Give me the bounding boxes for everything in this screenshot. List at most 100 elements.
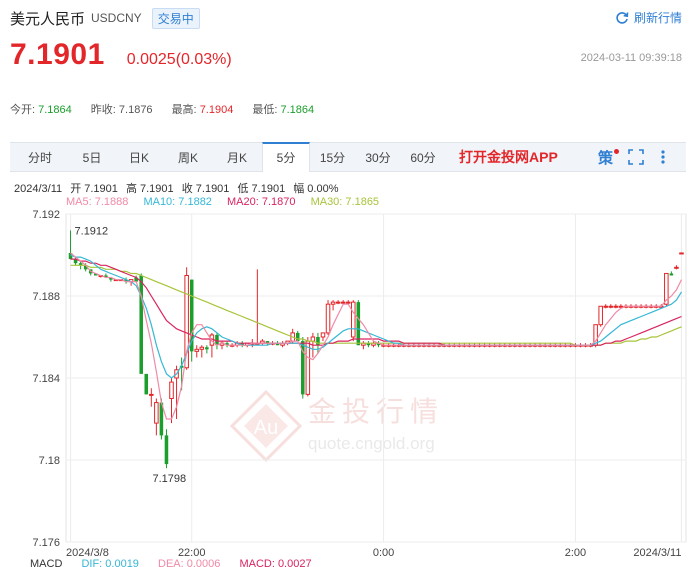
macd-dea: DEA: 0.0006 <box>158 558 221 567</box>
candle <box>194 345 200 358</box>
candle <box>340 300 346 305</box>
tab-5day[interactable]: 5日 <box>70 143 114 171</box>
candle-body <box>205 347 209 350</box>
candle-body <box>345 301 351 304</box>
ma30-line <box>70 264 682 346</box>
more-button[interactable] <box>656 143 670 171</box>
candle <box>598 305 603 327</box>
candle <box>361 341 366 350</box>
stat-high: 最高: 7.1904 <box>172 101 234 117</box>
refresh-label: 刷新行情 <box>633 11 682 25</box>
tab-15min[interactable]: 15分 <box>310 143 355 171</box>
candle <box>199 345 205 358</box>
candle <box>608 304 614 309</box>
candle-body <box>194 348 200 352</box>
candle-body <box>669 273 674 276</box>
refresh-icon <box>616 11 629 24</box>
instrument-name: 美元人民币 <box>10 10 86 28</box>
candle <box>154 398 159 436</box>
tab-60min[interactable]: 60分 <box>401 143 445 171</box>
open-app-link[interactable]: 打开金投网APP <box>459 147 558 167</box>
tab-daily-k[interactable]: 日K <box>114 143 164 171</box>
kline-chart[interactable]: 7.192 7.188 7.184 7.18 7.176 2024/3/8 22:00 0:… <box>0 208 696 558</box>
candle-body <box>149 393 154 396</box>
candle-body <box>169 381 174 400</box>
candle <box>139 273 143 374</box>
stat-low: 最低: 7.1864 <box>252 101 314 117</box>
candle <box>205 345 209 354</box>
x-tick-label: 2:00 <box>565 547 586 558</box>
candle-body <box>340 301 346 304</box>
tab-intraday[interactable]: 分时 <box>10 143 70 171</box>
ohlc-high: 高 7.1901 <box>125 183 174 195</box>
max-price-label: 7.1912 <box>75 225 109 237</box>
candle <box>669 271 674 276</box>
ma10-legend: MA10: 7.1882 <box>143 196 212 208</box>
candle <box>149 388 154 407</box>
y-tick-label: 7.18 <box>39 455 60 467</box>
extreme-annotations: 7.1912 7.1798 <box>75 225 187 485</box>
y-tick-label: 7.188 <box>32 291 60 303</box>
candle-body <box>295 332 300 342</box>
min-price-label: 7.1798 <box>152 473 186 485</box>
candle <box>219 341 225 350</box>
ohlc-readout: 2024/3/11 开 7.1901 高 7.1901 收 7.1901 低 7… <box>14 180 344 196</box>
candle-body <box>154 402 159 424</box>
strategy-button[interactable]: 策 <box>598 143 620 171</box>
candle <box>679 252 684 255</box>
stat-open-label: 今开: <box>10 104 36 116</box>
y-tick-label: 7.184 <box>32 373 60 385</box>
tab-weekly-k[interactable]: 周K <box>164 143 212 171</box>
candle <box>325 300 331 335</box>
candle-body <box>335 301 341 304</box>
notification-dot <box>614 148 620 154</box>
x-tick-label: 0:00 <box>373 547 394 558</box>
period-tab-bar: 分时 5日 日K 周K 月K 5分 15分 30分 60分 打开金投网APP 策 <box>10 141 686 172</box>
stat-open-value: 7.1864 <box>38 104 72 116</box>
tab-30min[interactable]: 30分 <box>355 143 401 171</box>
macd-value: MACD: 0.0027 <box>239 558 312 567</box>
fullscreen-icon <box>628 149 644 165</box>
refresh-button[interactable]: 刷新行情 <box>615 9 682 26</box>
y-tick-label: 7.192 <box>32 209 60 221</box>
x-tick-label: 2024/3/8 <box>66 547 109 558</box>
candle-body <box>679 252 684 255</box>
ma20-legend: MA20: 7.1870 <box>227 196 296 208</box>
macd-dif: DIF: 0.0019 <box>81 558 139 567</box>
x-tick-label: 2024/3/11 <box>633 547 681 558</box>
candle <box>144 373 149 395</box>
ohlc-open: 开 7.1901 <box>70 183 118 195</box>
candle-body <box>325 303 331 334</box>
trading-status-badge: 交易中 <box>151 7 200 29</box>
candle <box>260 339 265 346</box>
candles <box>68 230 684 469</box>
candle <box>280 341 285 348</box>
stat-prev-close: 昨收: 7.1876 <box>91 101 153 117</box>
fullscreen-button[interactable] <box>628 143 644 171</box>
stat-open: 今开: 7.1864 <box>10 101 72 117</box>
candle <box>366 341 371 348</box>
tab-5min[interactable]: 5分 <box>262 141 310 172</box>
ma-legend: MA5: 7.1888 MA10: 7.1882 MA20: 7.1870 MA… <box>66 196 391 208</box>
candle <box>335 300 341 305</box>
candle-body <box>139 275 143 374</box>
candle-body <box>598 305 603 326</box>
quote-timestamp: 2024-03-11 09:39:18 <box>580 52 682 64</box>
strategy-label: 策 <box>598 149 614 167</box>
price-row: 7.1901 0.0025(0.03%) <box>10 38 232 72</box>
candle-body <box>351 301 356 338</box>
tab-monthly-k[interactable]: 月K <box>212 143 262 171</box>
instrument-header: 美元人民币 USDCNY 交易中 <box>10 7 200 29</box>
macd-legend: MACD DIF: 0.0019 DEA: 0.0006 MACD: 0.002… <box>30 558 328 567</box>
stat-prev-label: 昨收: <box>90 104 116 116</box>
candle-body <box>144 373 149 395</box>
stat-high-value: 7.1904 <box>199 104 234 116</box>
candle-body <box>330 301 336 305</box>
candle-body <box>674 266 679 269</box>
candle <box>189 279 194 362</box>
x-axis-labels: 2024/3/8 22:00 0:00 2:00 2024/3/11 <box>66 547 681 558</box>
ma-lines <box>70 252 683 420</box>
ohlc-amplitude: 幅 0.00% <box>293 183 339 195</box>
candle-body <box>305 340 311 395</box>
candle <box>674 265 679 270</box>
